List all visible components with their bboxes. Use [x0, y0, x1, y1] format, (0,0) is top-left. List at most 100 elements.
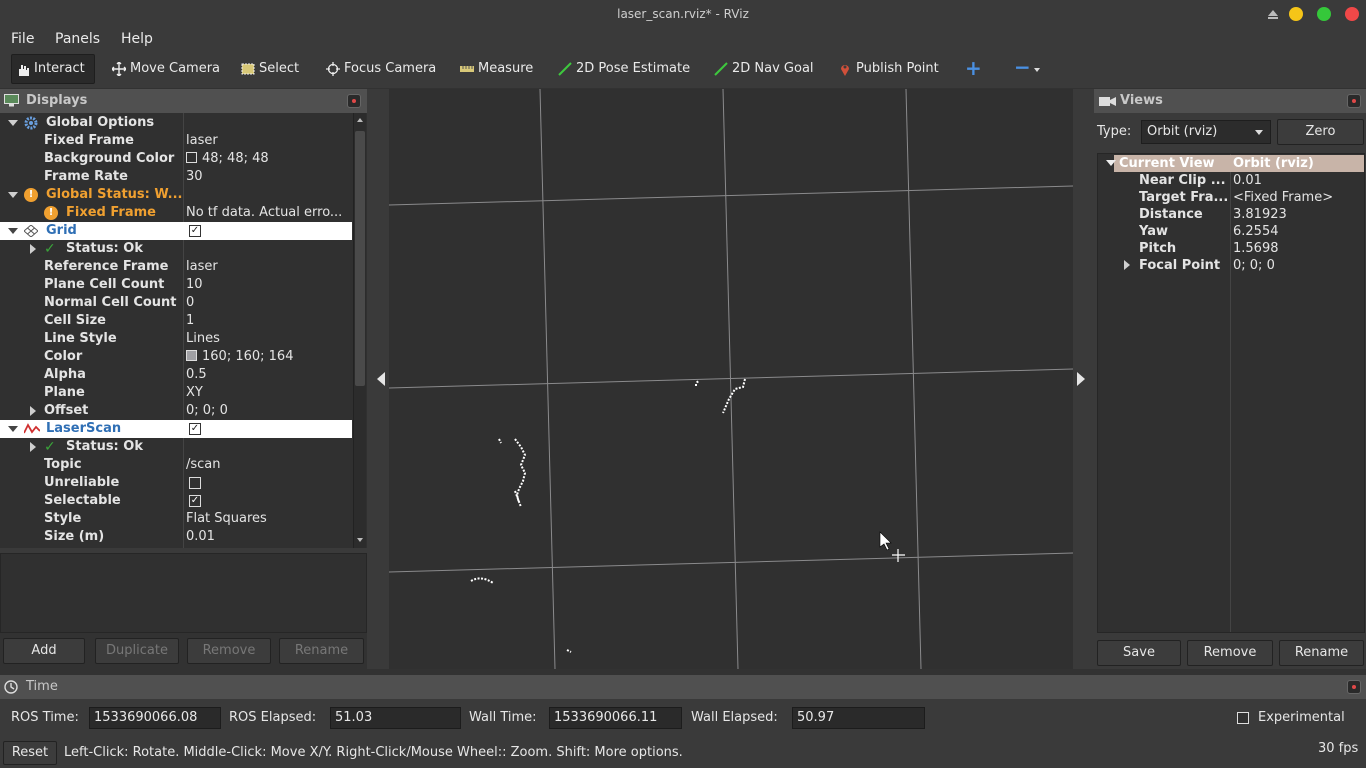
expand-icon[interactable]	[1106, 160, 1116, 166]
minimize-button[interactable]	[1289, 7, 1303, 21]
tree-row-plane[interactable]: Plane XY	[0, 384, 352, 402]
tree-value[interactable]: Flat Squares	[186, 510, 352, 528]
tree-row-offset[interactable]: Offset 0; 0; 0	[0, 402, 352, 420]
experimental-checkbox[interactable]	[1237, 712, 1249, 724]
tree-value[interactable]: 0	[186, 294, 352, 312]
views-row-yaw[interactable]: Yaw 6.2554	[1100, 223, 1365, 240]
maximize-button[interactable]	[1317, 7, 1331, 21]
ros-time-field[interactable]: 1533690066.08	[89, 707, 221, 729]
tree-value[interactable]: laser	[186, 132, 352, 150]
views-row-focal-point[interactable]: Focal Point 0; 0; 0	[1100, 257, 1365, 274]
tree-value[interactable]: 6.2554	[1233, 223, 1279, 240]
scroll-down-icon[interactable]	[357, 538, 363, 542]
right-dock-collapse[interactable]	[1073, 89, 1094, 669]
tree-value[interactable]: <Fixed Frame>	[1233, 189, 1333, 206]
expand-icon[interactable]	[8, 120, 18, 126]
menu-help[interactable]: Help	[121, 28, 153, 50]
scrollbar-thumb[interactable]	[355, 131, 365, 386]
wall-elapsed-field[interactable]: 50.97	[792, 707, 925, 729]
tree-row-global-options[interactable]: Global Options	[0, 114, 352, 132]
scroll-up-icon[interactable]	[357, 118, 363, 122]
tree-value[interactable]: 0; 0; 0	[1233, 257, 1275, 274]
reset-button[interactable]: Reset	[3, 741, 57, 765]
tree-row-style[interactable]: Style Flat Squares	[0, 510, 352, 528]
tool-publish-point[interactable]: Publish Point	[834, 56, 939, 82]
tree-value[interactable]: 0.01	[186, 528, 352, 546]
time-close-icon[interactable]	[1347, 680, 1361, 694]
tree-row-topic[interactable]: Topic /scan	[0, 456, 352, 474]
menu-panels[interactable]: Panels	[55, 28, 100, 50]
tree-row-reference-frame[interactable]: Reference Frame laser	[0, 258, 352, 276]
collapse-right-icon[interactable]	[1077, 372, 1085, 386]
tree-row-cell-size[interactable]: Cell Size 1	[0, 312, 352, 330]
views-close-icon[interactable]	[1347, 94, 1361, 108]
tree-row-global-status[interactable]: ! Global Status: W...	[0, 186, 352, 204]
left-dock-collapse[interactable]	[367, 89, 389, 669]
collapse-left-icon[interactable]	[377, 372, 385, 386]
add-tool-button[interactable]: +	[965, 56, 982, 80]
views-row-pitch[interactable]: Pitch 1.5698	[1100, 240, 1365, 257]
rename-display-button[interactable]: Rename	[279, 638, 364, 664]
tool-2d-nav-goal[interactable]: 2D Nav Goal	[710, 56, 814, 82]
views-row-near-clip[interactable]: Near Clip ... 0.01	[1100, 172, 1365, 189]
tree-row-fixed-frame-status[interactable]: ! Fixed Frame No tf data. Actual erro...	[0, 204, 352, 222]
remove-view-button[interactable]: Remove	[1187, 640, 1273, 666]
expand-icon[interactable]	[1124, 260, 1130, 270]
tree-value[interactable]: 30	[186, 168, 352, 186]
expand-icon[interactable]	[30, 442, 36, 452]
tree-value[interactable]: 48; 48; 48	[186, 150, 352, 168]
tree-value[interactable]: 1.5698	[1233, 240, 1279, 257]
tree-value[interactable]: laser	[186, 258, 352, 276]
tree-row-line-style[interactable]: Line Style Lines	[0, 330, 352, 348]
views-row-target-frame[interactable]: Target Fra... <Fixed Frame>	[1100, 189, 1365, 206]
remove-display-button[interactable]: Remove	[187, 638, 271, 664]
remove-tool-button[interactable]: −	[1014, 55, 1031, 79]
tree-row-alpha[interactable]: Alpha 0.5	[0, 366, 352, 384]
tree-row-frame-rate[interactable]: Frame Rate 30	[0, 168, 352, 186]
expand-icon[interactable]	[8, 228, 18, 234]
tree-row-normal-cell-count[interactable]: Normal Cell Count 0	[0, 294, 352, 312]
selectable-checkbox[interactable]: ✓	[189, 495, 201, 507]
rename-view-button[interactable]: Rename	[1279, 640, 1364, 666]
tool-measure[interactable]: Measure	[456, 56, 533, 82]
tree-row-fixed-frame[interactable]: Fixed Frame laser	[0, 132, 352, 150]
tree-value[interactable]: 0.5	[186, 366, 352, 384]
tree-value[interactable]: 160; 160; 164	[186, 348, 352, 366]
tool-focus-camera[interactable]: Focus Camera	[322, 56, 436, 82]
tree-row-selectable[interactable]: Selectable ✓	[0, 492, 352, 510]
tool-2d-pose-estimate[interactable]: 2D Pose Estimate	[554, 56, 690, 82]
zero-button[interactable]: Zero	[1277, 119, 1364, 145]
tree-row-size[interactable]: Size (m) 0.01	[0, 528, 352, 546]
tree-row-plane-cell-count[interactable]: Plane Cell Count 10	[0, 276, 352, 294]
tree-row-grid-status[interactable]: ✓ Status: Ok	[0, 240, 352, 258]
views-row-distance[interactable]: Distance 3.81923	[1100, 206, 1365, 223]
duplicate-display-button[interactable]: Duplicate	[95, 638, 179, 664]
tree-value[interactable]: 0; 0; 0	[186, 402, 352, 420]
tree-row-unreliable[interactable]: Unreliable	[0, 474, 352, 492]
tree-value[interactable]: Lines	[186, 330, 352, 348]
ros-elapsed-field[interactable]: 51.03	[330, 707, 461, 729]
tree-row-color[interactable]: Color 160; 160; 164	[0, 348, 352, 366]
tree-row-grid[interactable]: Grid ✓	[0, 222, 352, 240]
tree-row-laserscan-status[interactable]: ✓ Status: Ok	[0, 438, 352, 456]
chevron-down-icon[interactable]	[1034, 68, 1040, 72]
expand-icon[interactable]	[30, 406, 36, 416]
wall-time-field[interactable]: 1533690066.11	[549, 707, 682, 729]
displays-close-icon[interactable]	[347, 94, 361, 108]
expand-icon[interactable]	[8, 192, 18, 198]
add-display-button[interactable]: Add	[3, 638, 85, 664]
laserscan-enabled-checkbox[interactable]: ✓	[189, 423, 201, 435]
tree-value[interactable]: /scan	[186, 456, 352, 474]
tree-value[interactable]: 3.81923	[1233, 206, 1287, 223]
tree-value[interactable]: XY	[186, 384, 352, 402]
displays-scrollbar[interactable]	[353, 113, 366, 548]
tree-row-background-color[interactable]: Background Color 48; 48; 48	[0, 150, 352, 168]
unreliable-checkbox[interactable]	[189, 477, 201, 489]
view-type-select[interactable]: Orbit (rviz)	[1141, 120, 1271, 144]
3d-viewport[interactable]	[389, 89, 1073, 669]
tool-move-camera[interactable]: Move Camera	[108, 56, 220, 82]
expand-icon[interactable]	[30, 244, 36, 254]
tool-interact[interactable]: Interact	[11, 54, 95, 84]
menu-file[interactable]: File	[11, 28, 34, 50]
tree-value[interactable]: 10	[186, 276, 352, 294]
